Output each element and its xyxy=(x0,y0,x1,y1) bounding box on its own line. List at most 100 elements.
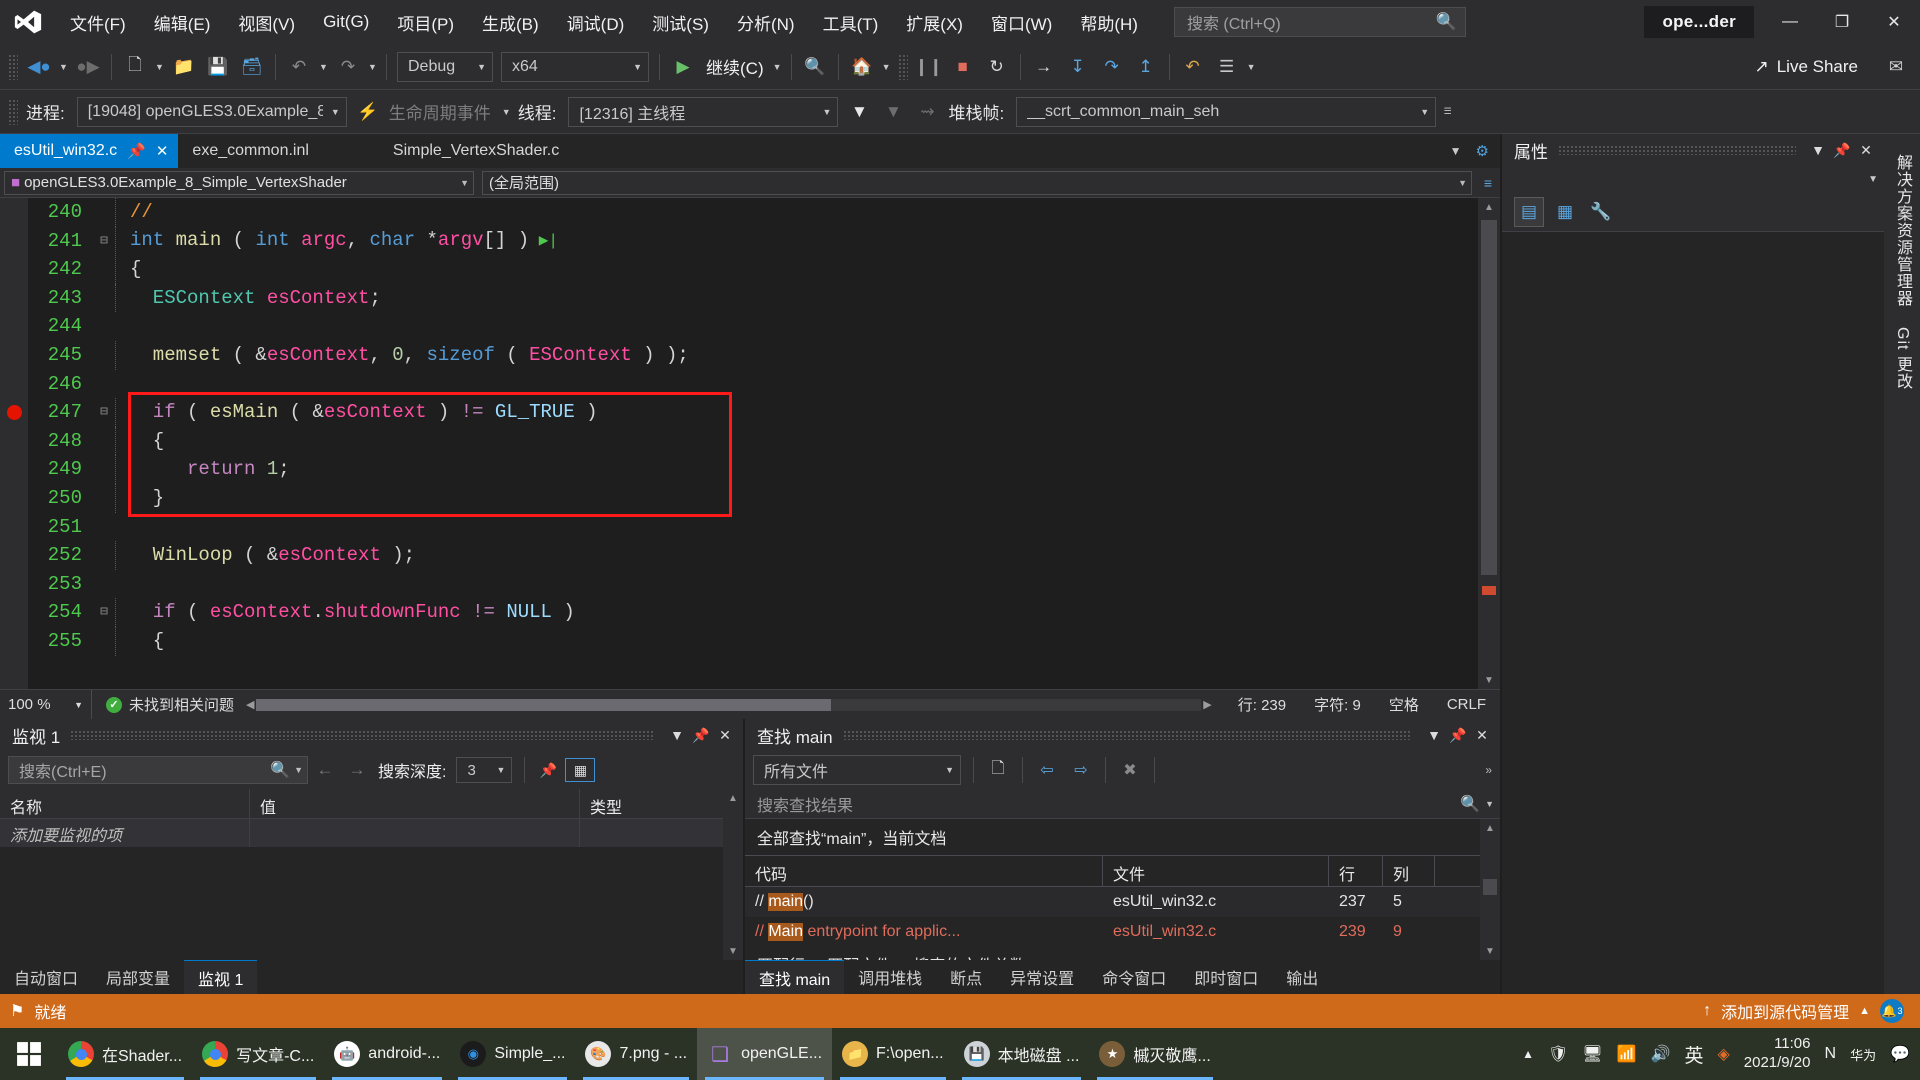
hscroll-thumb[interactable] xyxy=(256,698,832,711)
taskbar-app-chrome-2[interactable]: 写文章-C... xyxy=(192,1028,324,1080)
menu-analyze[interactable]: 分析(N) xyxy=(723,0,809,44)
properties-wrench-icon[interactable]: 🔧 xyxy=(1586,197,1616,227)
live-share-button[interactable]: ↗ Live Share xyxy=(1740,57,1872,77)
hex-display-icon[interactable]: ▦ xyxy=(565,758,596,782)
code-line[interactable]: 253 xyxy=(28,570,1478,599)
redo-caret-icon[interactable]: ▼ xyxy=(365,50,380,84)
scroll-down-icon[interactable]: ▼ xyxy=(1480,942,1500,960)
menu-debug[interactable]: 调试(D) xyxy=(553,0,639,44)
diagnostics-icon[interactable]: ☰ xyxy=(1210,50,1244,84)
thread-combo[interactable]: [12316] 主线程 ▼ xyxy=(568,96,839,127)
lang-indicator[interactable]: N xyxy=(1825,1045,1837,1063)
alphabetical-view-icon[interactable]: ▦ xyxy=(1550,197,1580,227)
menu-tools[interactable]: 工具(T) xyxy=(809,0,893,44)
toolbar-grip[interactable] xyxy=(8,98,18,125)
code-line[interactable]: 255 { xyxy=(28,626,1478,656)
taskbar-app-disk[interactable]: 💾 本地磁盘 ... xyxy=(954,1028,1090,1080)
windows-start-icon[interactable] xyxy=(0,1028,58,1080)
code-line[interactable]: 249 return 1; xyxy=(28,455,1478,484)
editor-vertical-scrollbar[interactable]: ▲ ▼ xyxy=(1478,198,1500,689)
vtab-git-changes[interactable]: Git 更改 xyxy=(1884,317,1920,400)
code-line[interactable]: 252 WinLoop ( &esContext ); xyxy=(28,541,1478,570)
code-line[interactable]: 240 // xyxy=(28,198,1478,227)
find-col-col[interactable]: 列 xyxy=(1383,856,1435,886)
menu-extensions[interactable]: 扩展(X) xyxy=(892,0,977,44)
table-row[interactable]: // main() esUtil_win32.c 237 5 xyxy=(745,887,1500,917)
find-col-line[interactable]: 行 xyxy=(1329,856,1383,886)
notification-bell-icon[interactable]: 🔔 3 xyxy=(1880,999,1904,1023)
magnifier-icon[interactable]: 🔍 xyxy=(270,760,290,780)
continue-button[interactable]: 继续(C) xyxy=(700,54,770,79)
show-next-statement-icon[interactable]: → xyxy=(1027,50,1061,84)
menu-build[interactable]: 生成(B) xyxy=(468,0,553,44)
stop-icon[interactable]: ■ xyxy=(946,50,980,84)
taskbar-app-android-studio[interactable]: 🤖 android-... xyxy=(324,1028,450,1080)
tab-command-window[interactable]: 命令窗口 xyxy=(1088,960,1180,994)
fold-collapse-icon[interactable]: ⊟ xyxy=(94,598,114,627)
find-scope-combo[interactable]: 所有文件 ▼ xyxy=(753,755,961,785)
member-scope-combo[interactable]: (全局范围) ▼ xyxy=(482,170,1472,195)
ime-indicator[interactable]: 英 xyxy=(1684,1041,1703,1068)
taskbar-clock[interactable]: 11:06 2021/9/20 xyxy=(1744,1035,1811,1073)
taskbar-app-media[interactable]: ◉ Simple_... xyxy=(450,1028,575,1080)
step-out-icon[interactable]: ↥ xyxy=(1129,50,1163,84)
tab-esutil-win32-c[interactable]: esUtil_win32.c 📌 ✕ xyxy=(0,134,179,168)
restart-icon[interactable]: ↻ xyxy=(980,50,1014,84)
hot-reload-icon[interactable]: 🏠 xyxy=(845,50,879,84)
close-icon[interactable]: ✕ xyxy=(713,723,737,747)
pin-icon[interactable]: 📌 xyxy=(689,723,713,747)
diagnostics-caret-icon[interactable]: ▼ xyxy=(1244,50,1259,84)
table-row[interactable]: // Main entrypoint for applic... esUtil_… xyxy=(745,917,1500,947)
chevron-down-icon[interactable]: ▼ xyxy=(1485,799,1494,809)
code-line[interactable]: 247 ⊟ if ( esMain ( &esContext ) != GL_TR… xyxy=(28,398,1478,427)
code-line[interactable]: 241 ⊟ int main ( int argc, char *argv[] ) … xyxy=(28,226,1478,256)
taskbar-app-paint[interactable]: 🎨 7.png - ... xyxy=(575,1028,697,1080)
run-to-here-icon[interactable]: ▶| xyxy=(529,232,558,250)
close-icon[interactable]: ✕ xyxy=(1854,138,1878,162)
editor-horizontal-scrollbar[interactable]: ◀ ▶ xyxy=(246,690,1212,719)
previous-match-icon[interactable]: ⇦ xyxy=(1031,758,1063,782)
watch-grid[interactable]: 名称 值 类型 添加要监视的项 ▲ ▼ xyxy=(0,789,743,960)
chevron-up-icon[interactable]: ▲ xyxy=(1859,1005,1870,1017)
minimize-icon[interactable]: — xyxy=(1764,0,1816,44)
watch-add-item-cell[interactable]: 添加要监视的项 xyxy=(0,819,250,847)
chevron-down-icon[interactable]: ▼ xyxy=(1806,138,1830,162)
set-next-statement-icon[interactable]: ↶ xyxy=(1176,50,1210,84)
taskbar-app-visual-studio[interactable]: ❑ openGLE... xyxy=(697,1028,833,1080)
attach-to-process-icon[interactable]: 🔍 xyxy=(798,50,832,84)
scroll-right-icon[interactable]: ▶ xyxy=(1203,698,1211,711)
watch-col-value[interactable]: 值 xyxy=(250,789,580,818)
hscroll-track[interactable] xyxy=(256,698,1202,711)
close-icon[interactable]: ✕ xyxy=(1470,723,1494,747)
restore-icon[interactable]: ❐ xyxy=(1816,0,1868,44)
notification-icon[interactable]: 💬 xyxy=(1890,1044,1910,1064)
find-col-code[interactable]: 代码 xyxy=(745,856,1103,886)
watch-type-cell[interactable] xyxy=(580,819,743,847)
scrollbar-thumb[interactable] xyxy=(1481,220,1497,575)
flag-icon[interactable]: ▼ xyxy=(876,95,910,129)
taskbar-app-explorer[interactable]: 📁 F:\open... xyxy=(832,1028,954,1080)
code-line[interactable]: 245 memset ( &esContext, 0, sizeof ( ESC… xyxy=(28,340,1478,370)
menu-test[interactable]: 测试(S) xyxy=(638,0,723,44)
tab-breakpoints[interactable]: 断点 xyxy=(936,960,996,994)
tab-exe-common-inl[interactable]: exe_common.inl xyxy=(178,134,319,168)
breakpoint-marker[interactable] xyxy=(7,405,22,421)
new-item-icon[interactable]: 🗋 xyxy=(118,50,152,84)
menu-view[interactable]: 视图(V) xyxy=(224,0,309,44)
tab-autos[interactable]: 自动窗口 xyxy=(0,960,92,994)
breakpoint-gutter[interactable] xyxy=(0,198,28,689)
copy-icon[interactable]: 🗋 xyxy=(982,758,1014,782)
save-all-icon[interactable]: 🗃 xyxy=(235,50,269,84)
configuration-combo[interactable]: Debug ▼ xyxy=(397,51,493,82)
lifecycle-caret-icon[interactable]: ▼ xyxy=(499,95,514,129)
security-icon[interactable]: 🛡 xyxy=(1548,1044,1568,1064)
filter-icon[interactable]: ▼ xyxy=(842,95,876,129)
arrow-right-icon[interactable]: → xyxy=(342,758,372,782)
tab-exception-settings[interactable]: 异常设置 xyxy=(996,960,1088,994)
tab-simple-vertexshader-c[interactable]: Simple_VertexShader.c xyxy=(379,134,569,168)
new-item-caret-icon[interactable]: ▼ xyxy=(152,50,167,84)
menu-help[interactable]: 帮助(H) xyxy=(1066,0,1152,44)
pin-icon[interactable]: 📌 xyxy=(1446,723,1470,747)
scrollbar-thumb[interactable] xyxy=(1483,879,1497,895)
clear-filter-icon[interactable]: ✖ xyxy=(1114,758,1146,782)
